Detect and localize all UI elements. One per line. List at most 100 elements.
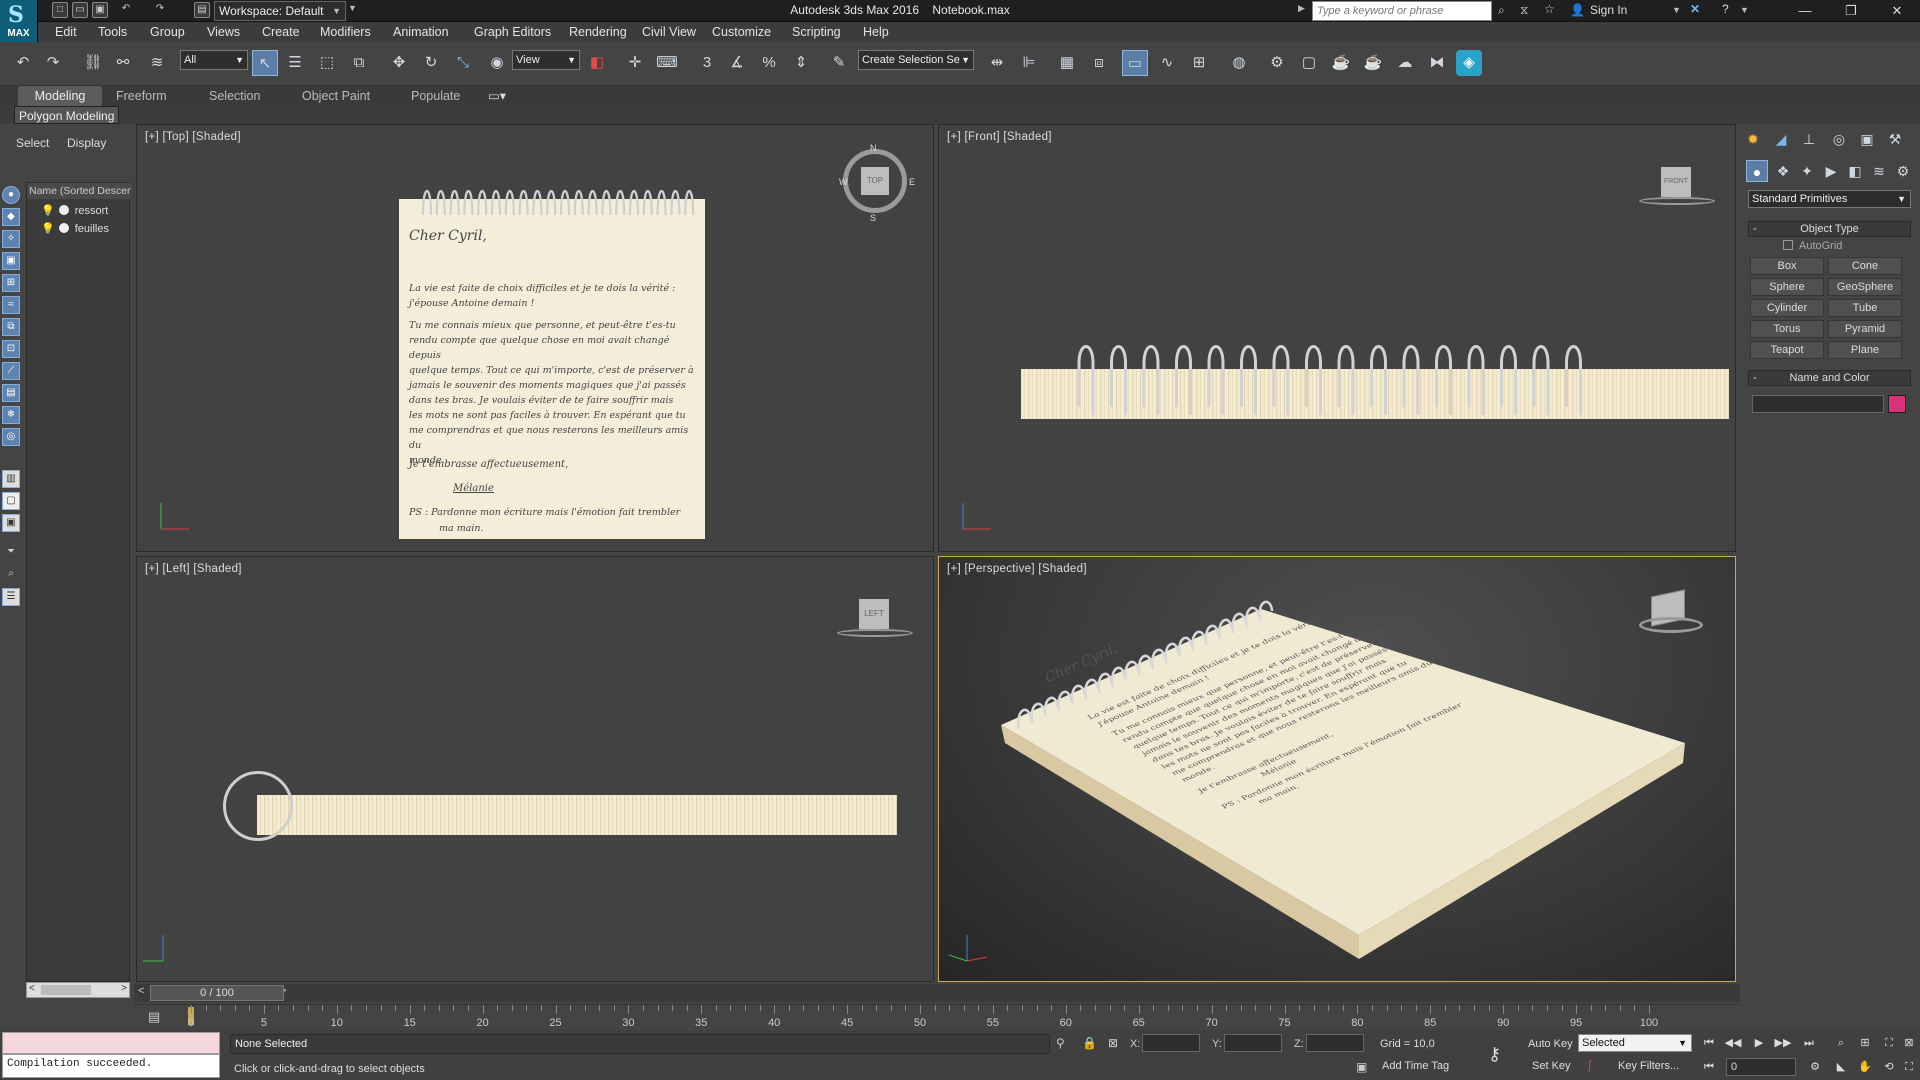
new-file-icon[interactable]: □ <box>52 2 68 18</box>
cameras-category-icon[interactable]: ▶ <box>1820 160 1842 182</box>
restore-button[interactable]: ❐ <box>1828 0 1874 22</box>
menu-civil-view[interactable]: Civil View <box>642 25 696 39</box>
menu-edit[interactable]: Edit <box>55 25 77 39</box>
search-scroll-icon[interactable]: ▶ <box>1298 3 1305 14</box>
selection-filter-dropdown[interactable]: All ▼ <box>180 50 248 70</box>
z-coordinate-input[interactable] <box>1306 1034 1364 1052</box>
viewport-left[interactable]: [+] [Left] [Shaded] LEFT <box>136 556 934 982</box>
menu-group[interactable]: Group <box>150 25 185 39</box>
display-groups-icon[interactable]: ⧉ <box>2 318 20 336</box>
autogrid-checkbox[interactable]: AutoGrid <box>1783 240 1842 252</box>
shapes-category-icon[interactable]: ❖ <box>1772 160 1794 182</box>
invert-display-icon[interactable]: ▣ <box>2 514 20 532</box>
light-bulb-icon[interactable]: 💡 <box>41 223 55 235</box>
menu-graph-editors[interactable]: Graph Editors <box>474 25 551 39</box>
display-bones-icon[interactable]: ⟋ <box>2 362 20 380</box>
communication-center-icon[interactable]: ⧖ <box>1520 3 1528 18</box>
auto-key-button[interactable]: Auto Key <box>1528 1038 1573 1050</box>
name-column-header[interactable]: Name (Sorted Descen <box>27 183 131 199</box>
scene-tab-display[interactable]: Display <box>67 136 106 150</box>
help-dropdown-icon[interactable]: ▼ <box>1740 5 1749 15</box>
snaps-toggle-icon[interactable]: 3 <box>694 50 720 76</box>
percent-snap-icon[interactable]: % <box>756 50 782 76</box>
display-tab-icon[interactable]: ▣ <box>1856 128 1878 150</box>
menu-rendering[interactable]: Rendering <box>569 25 627 39</box>
viewcube-ring[interactable] <box>1639 197 1715 205</box>
space-warps-category-icon[interactable]: ≋ <box>1868 160 1890 182</box>
display-frozen-icon[interactable]: ❄ <box>2 406 20 424</box>
display-space-warps-icon[interactable]: ≈ <box>2 296 20 314</box>
go-to-end-icon[interactable]: ⏭ <box>1800 1034 1818 1052</box>
zoom-icon[interactable]: ⌕ <box>1832 1034 1850 1052</box>
select-and-rotate-icon[interactable]: ↻ <box>418 50 444 76</box>
default-tangents-icon[interactable]: ∫ <box>1588 1058 1591 1072</box>
name-and-color-rollout[interactable]: - Name and Color <box>1748 370 1911 386</box>
absolute-mode-transform-icon[interactable]: ⊠ <box>1108 1036 1118 1050</box>
viewport-label-left[interactable]: [+] [Left] [Shaded] <box>145 563 242 575</box>
display-containers-icon[interactable]: ▤ <box>2 384 20 402</box>
redo-icon[interactable]: ↷ <box>152 2 168 18</box>
menu-animation[interactable]: Animation <box>393 25 449 39</box>
schematic-view-icon[interactable]: ⊞ <box>1186 50 1212 76</box>
viewcube-face[interactable]: FRONT <box>1661 167 1691 197</box>
align-icon[interactable]: ⊫ <box>1016 50 1042 76</box>
display-cameras-icon[interactable]: ▣ <box>2 252 20 270</box>
create-tab-icon[interactable]: ✹ <box>1742 128 1764 150</box>
play-icon[interactable]: ▶ <box>1750 1034 1768 1052</box>
save-file-icon[interactable]: ▣ <box>92 2 108 18</box>
tab-object-paint[interactable]: Object Paint <box>294 86 378 106</box>
isolate-selection-icon[interactable]: ⚲ <box>1056 1036 1065 1050</box>
time-tag-icon[interactable]: ▣ <box>1356 1060 1367 1074</box>
select-by-name-icon[interactable]: ☰ <box>282 50 308 76</box>
systems-category-icon[interactable]: ⚙ <box>1892 160 1914 182</box>
display-xrefs-icon[interactable]: ⊡ <box>2 340 20 358</box>
teapot-button[interactable]: Teapot <box>1750 341 1824 359</box>
pan-view-icon[interactable]: ✋ <box>1856 1058 1874 1076</box>
current-frame-input[interactable]: 0 <box>1726 1058 1796 1076</box>
viewcube-ring[interactable] <box>837 629 913 637</box>
plane-button[interactable]: Plane <box>1828 341 1902 359</box>
geosphere-button[interactable]: GeoSphere <box>1828 278 1902 296</box>
maxscript-output[interactable]: Compilation succeeded. <box>2 1054 220 1078</box>
scene-explorer-toggle-icon[interactable]: ▦ <box>1054 50 1080 76</box>
viewport-label-front[interactable]: [+] [Front] [Shaded] <box>947 131 1052 143</box>
select-object-icon[interactable]: ↖ <box>252 50 278 76</box>
modify-tab-icon[interactable]: ◢ <box>1770 128 1792 150</box>
curve-editor-icon[interactable]: ∿ <box>1154 50 1180 76</box>
maximize-viewport-icon[interactable]: ⛶ <box>1900 1058 1918 1076</box>
motion-tab-icon[interactable]: ◎ <box>1828 128 1850 150</box>
undo-icon[interactable]: ↶ <box>118 2 134 18</box>
x-coordinate-input[interactable] <box>1142 1034 1200 1052</box>
key-filters-button[interactable]: Key Filters... <box>1618 1060 1679 1072</box>
tube-button[interactable]: Tube <box>1828 299 1902 317</box>
render-shortcuts-icon[interactable]: ⧓ <box>1424 50 1450 76</box>
time-slider-prev-icon[interactable]: < <box>138 985 144 997</box>
torus-button[interactable]: Torus <box>1750 320 1824 338</box>
select-and-place-icon[interactable]: ◉ <box>484 50 510 76</box>
tab-selection[interactable]: Selection <box>201 86 268 106</box>
time-slider-thumb[interactable]: 0 / 100 <box>150 985 284 1001</box>
pyramid-button[interactable]: Pyramid <box>1828 320 1902 338</box>
favorites-star-icon[interactable]: ☆ <box>1544 2 1555 16</box>
hierarchy-tab-icon[interactable]: ⊥ <box>1798 128 1820 150</box>
filter-icon[interactable]: ⏷ <box>2 544 20 562</box>
field-of-view-icon[interactable]: ◣ <box>1832 1058 1850 1076</box>
ribbon-options-icon[interactable]: ▭▾ <box>480 86 514 106</box>
project-folder-icon[interactable]: ▤ <box>194 2 210 18</box>
reference-coordinate-dropdown[interactable]: View ▼ <box>512 50 580 70</box>
angle-snap-icon[interactable]: ∡ <box>724 50 750 76</box>
menu-scripting[interactable]: Scripting <box>792 25 841 39</box>
display-none-icon[interactable]: ▢ <box>2 492 20 510</box>
named-selection-sets-dropdown[interactable]: Create Selection Se ▼ <box>858 50 974 70</box>
window-crossing-icon[interactable]: ⧉ <box>346 50 372 76</box>
spinner-snap-icon[interactable]: ⇕ <box>788 50 814 76</box>
box-button[interactable]: Box <box>1750 257 1824 275</box>
add-time-tag-button[interactable]: Add Time Tag <box>1382 1060 1449 1072</box>
set-keys-key-icon[interactable]: ⚷ <box>1488 1044 1501 1065</box>
unlink-selection-icon[interactable]: ⚯ <box>110 50 136 76</box>
zoom-extents-icon[interactable]: ⛶ <box>1880 1034 1898 1052</box>
a360-gallery-icon[interactable]: ◈ <box>1456 50 1482 76</box>
viewcube-face[interactable]: LEFT <box>859 599 889 629</box>
maxscript-listener-input[interactable] <box>2 1032 220 1054</box>
redo-icon[interactable]: ↷ <box>40 50 66 76</box>
